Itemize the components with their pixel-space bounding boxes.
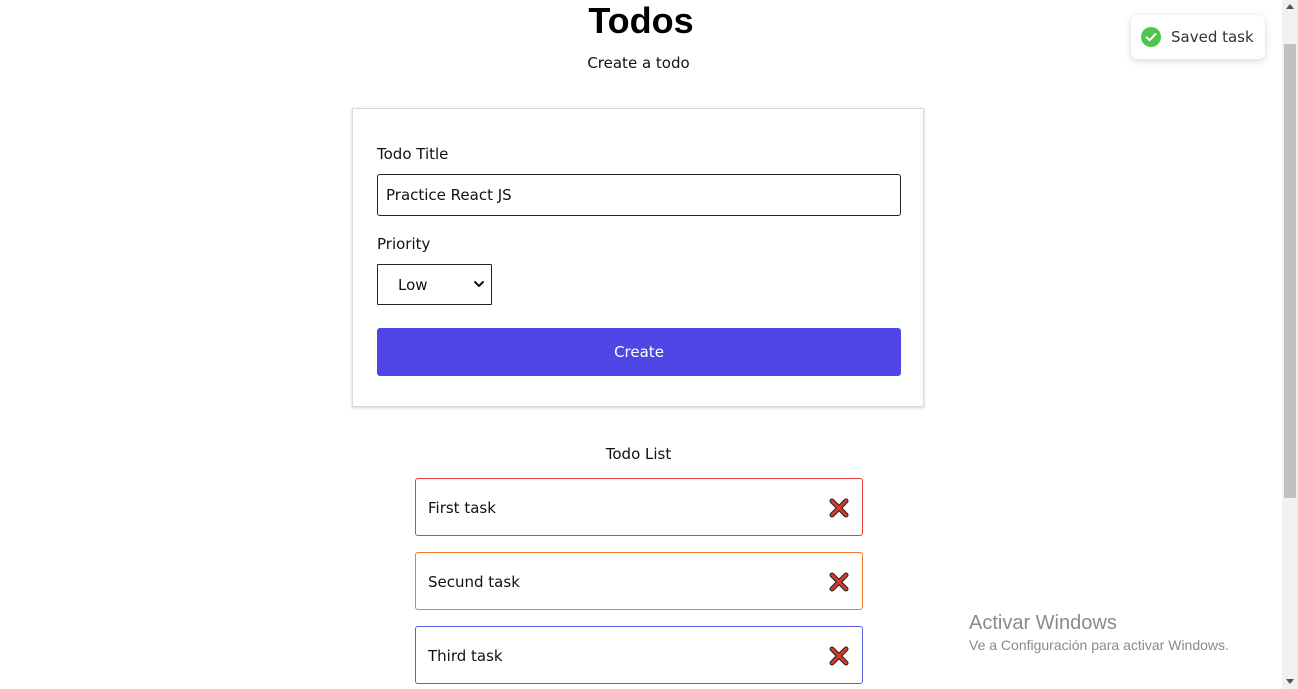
page-title: Todos [588,0,694,41]
todo-item: First task [415,478,863,536]
priority-select[interactable]: Low [377,264,492,305]
priority-label: Priority [377,235,431,253]
page: Todos Create a todo Todo Title Priority … [0,0,1298,689]
delete-x-icon[interactable] [829,498,849,518]
toast-message: Saved task [1171,28,1254,46]
todo-item-text: First task [428,499,496,517]
todo-item: Secund task [415,552,863,610]
saved-toast: Saved task [1131,15,1265,59]
priority-select-value: Low [398,276,428,294]
create-todo-form: Todo Title Priority Low Create [352,108,924,407]
activate-windows-title: Activar Windows [969,612,1117,634]
scroll-thumb[interactable] [1284,44,1296,498]
delete-x-icon[interactable] [829,646,849,666]
todo-list-heading: Todo List [605,445,672,463]
todo-item: Third task [415,626,863,684]
check-circle-icon [1141,27,1161,47]
create-button[interactable]: Create [377,328,901,376]
activate-windows-subtitle: Ve a Configuración para activar Windows. [969,637,1229,653]
todo-item-text: Third task [428,647,503,665]
vertical-scrollbar[interactable] [1282,0,1298,689]
todo-item-text: Secund task [428,573,520,591]
chevron-down-icon [474,281,484,287]
scroll-down-icon[interactable] [1286,679,1294,684]
scroll-up-icon[interactable] [1286,4,1294,9]
todo-title-input[interactable] [377,174,901,216]
todo-title-label: Todo Title [377,145,449,163]
delete-x-icon[interactable] [829,572,849,592]
page-subtitle: Create a todo [587,54,690,72]
